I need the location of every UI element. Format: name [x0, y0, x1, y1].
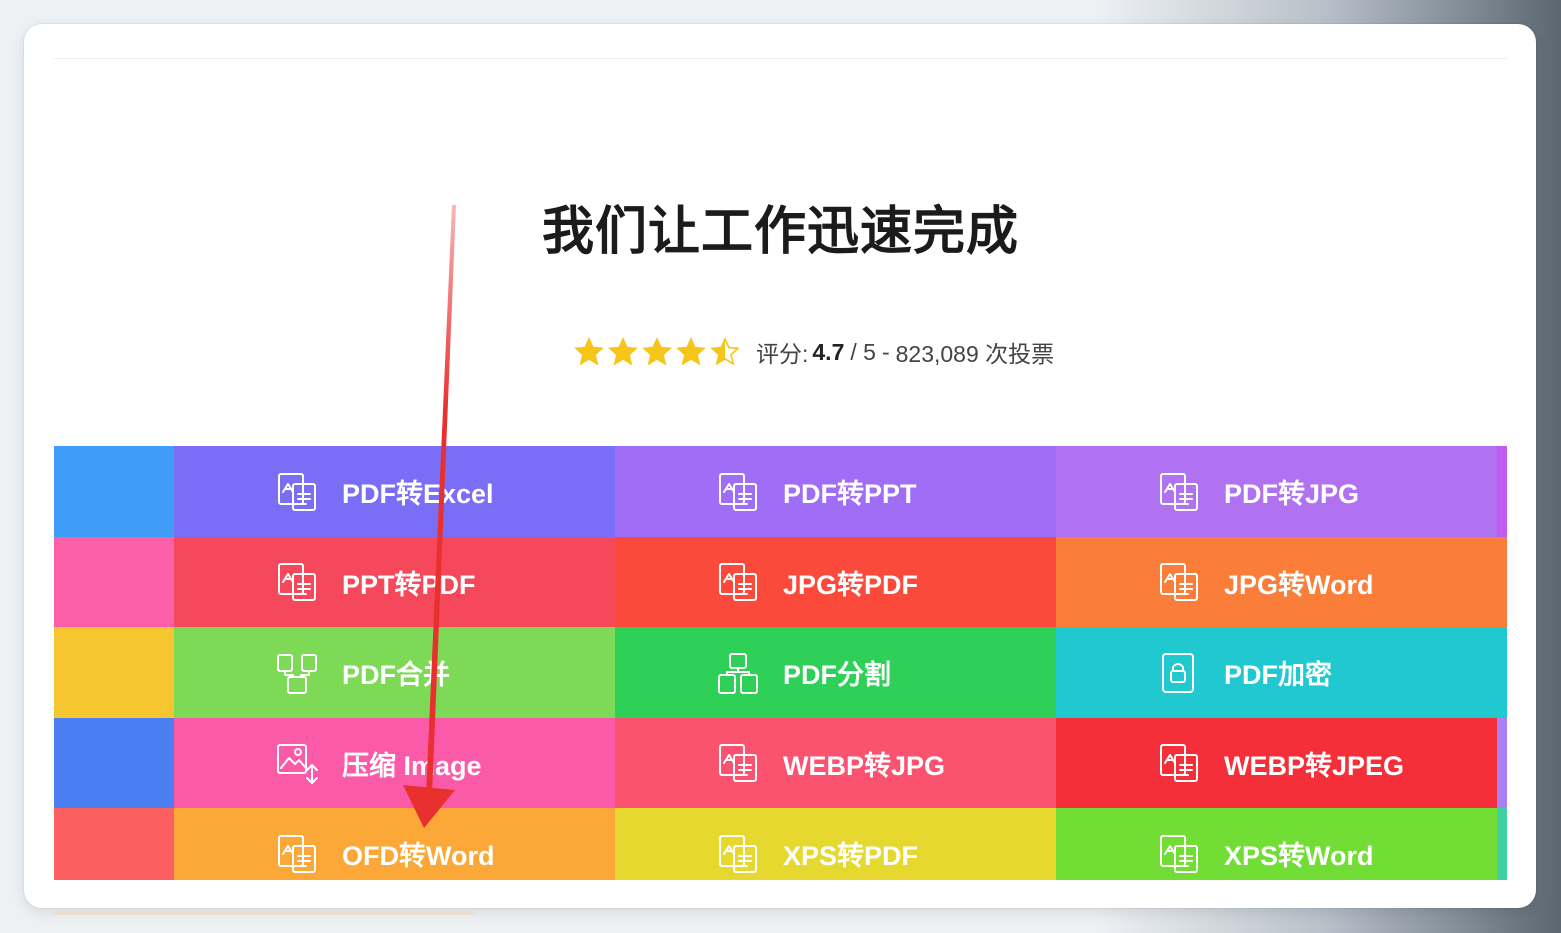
- pdf-encrypt-icon: [1156, 650, 1202, 696]
- rating-score: 4.7: [812, 338, 845, 365]
- tool-tile[interactable]: JPG转PDF: [615, 536, 1056, 628]
- tool-tile-partial-right[interactable]: [1497, 536, 1507, 628]
- tool-tile[interactable]: JPG转Word: [1056, 536, 1497, 628]
- tool-label: PDF合并: [342, 660, 450, 690]
- tool-label: JPG转PDF: [783, 569, 919, 600]
- tool-tile[interactable]: XPS转Word: [1056, 808, 1497, 880]
- tool-tile-partial-right[interactable]: [1497, 717, 1507, 809]
- tool-label: JPG转Word: [1224, 569, 1374, 600]
- tool-tile[interactable]: PDF转PPT: [615, 446, 1056, 537]
- tool-row: PDF合并 PDF分割 PDF加密: [54, 627, 1507, 718]
- page-title: 我们让工作迅速完成: [541, 203, 1019, 261]
- ofd-to-word-icon: [274, 831, 320, 877]
- tool-row: 压缩 Image WEBP转JPG WEBP转JPEG: [54, 717, 1507, 809]
- tool-tile-partial-left[interactable]: [54, 446, 174, 537]
- pdf-to-jpg-icon: [1156, 469, 1202, 515]
- star-full-icon: [608, 337, 642, 367]
- rating-max: / 5: [850, 338, 876, 365]
- rating-votes: 823,089 次投票: [895, 341, 1055, 367]
- tool-label: PDF转JPG: [1224, 479, 1360, 509]
- tool-label: 压缩 Image: [342, 750, 482, 781]
- tool-tile-partial-left[interactable]: [54, 808, 174, 880]
- tool-row: PDF转Excel PDF转PPT PDF转JPG: [54, 446, 1507, 537]
- tab-underline: [54, 911, 474, 915]
- rating-separator: -: [881, 338, 890, 365]
- rating-stars: [574, 337, 744, 367]
- tool-tile[interactable]: PDF转Excel: [174, 446, 615, 537]
- xps-to-word-icon: [1156, 831, 1202, 877]
- tool-tile-partial-right[interactable]: [1497, 808, 1507, 880]
- jpg-to-pdf-icon: [715, 559, 761, 605]
- tool-label: WEBP转JPEG: [1224, 750, 1405, 781]
- tool-label: PDF转Excel: [342, 479, 494, 509]
- tool-tile[interactable]: WEBP转JPEG: [1056, 717, 1497, 809]
- tool-label: XPS转Word: [1224, 841, 1374, 871]
- tool-label: WEBP转JPG: [783, 750, 946, 781]
- tool-tile[interactable]: 压缩 Image: [174, 717, 615, 809]
- page-content: 我们让工作迅速完成 评分: 4.7 / 5 - 823,089 次投票 PDF转…: [54, 58, 1507, 880]
- tool-tile-partial-left[interactable]: [54, 627, 174, 718]
- rating-bar: 评分: 4.7 / 5 - 823,089 次投票: [574, 335, 1054, 369]
- tool-label: OFD转Word: [342, 841, 495, 871]
- tool-label: XPS转PDF: [783, 841, 919, 871]
- tool-tile-partial-right[interactable]: [1497, 627, 1507, 718]
- tool-tile[interactable]: XPS转PDF: [615, 808, 1056, 880]
- pdf-to-excel-icon: [274, 469, 320, 515]
- star-full-icon: [676, 337, 710, 367]
- ppt-to-pdf-icon: [274, 559, 320, 605]
- tool-label: PPT转PDF: [342, 569, 476, 600]
- tool-tile[interactable]: PDF加密: [1056, 627, 1497, 718]
- webp-to-jpeg-icon: [1156, 740, 1202, 786]
- xps-to-pdf-icon: [715, 831, 761, 877]
- tool-tile[interactable]: PDF分割: [615, 627, 1056, 718]
- tool-row: OFD转Word XPS转PDF XPS转Word: [54, 808, 1507, 880]
- tool-row: PPT转PDF JPG转PDF JPG转Word: [54, 536, 1507, 628]
- tool-tile-partial-left[interactable]: [54, 717, 174, 809]
- tool-tile[interactable]: PPT转PDF: [174, 536, 615, 628]
- pdf-merge-icon: [274, 650, 320, 696]
- tool-grid: PDF转Excel PDF转PPT PDF转JPG PPT转PDF JPG转PDF JPG…: [54, 446, 1507, 880]
- tool-tile[interactable]: OFD转Word: [174, 808, 615, 880]
- pdf-split-icon: [715, 650, 761, 696]
- tool-tile[interactable]: PDF合并: [174, 627, 615, 718]
- star-half-icon: [710, 337, 744, 367]
- star-full-icon: [642, 337, 676, 367]
- webp-to-jpg-icon: [715, 740, 761, 786]
- compress-image-icon: [274, 740, 320, 786]
- tool-tile-partial-left[interactable]: [54, 536, 174, 628]
- rating-label: 评分:: [756, 341, 809, 367]
- pdf-to-ppt-icon: [715, 469, 761, 515]
- tool-label: PDF加密: [1224, 660, 1332, 690]
- star-full-icon: [574, 337, 608, 367]
- tool-label: PDF转PPT: [783, 479, 917, 509]
- tool-tile[interactable]: WEBP转JPG: [615, 717, 1056, 809]
- tool-label: PDF分割: [783, 660, 891, 690]
- tool-tile-partial-right[interactable]: [1497, 446, 1507, 537]
- tool-tile[interactable]: PDF转JPG: [1056, 446, 1497, 537]
- jpg-to-word-icon: [1156, 559, 1202, 605]
